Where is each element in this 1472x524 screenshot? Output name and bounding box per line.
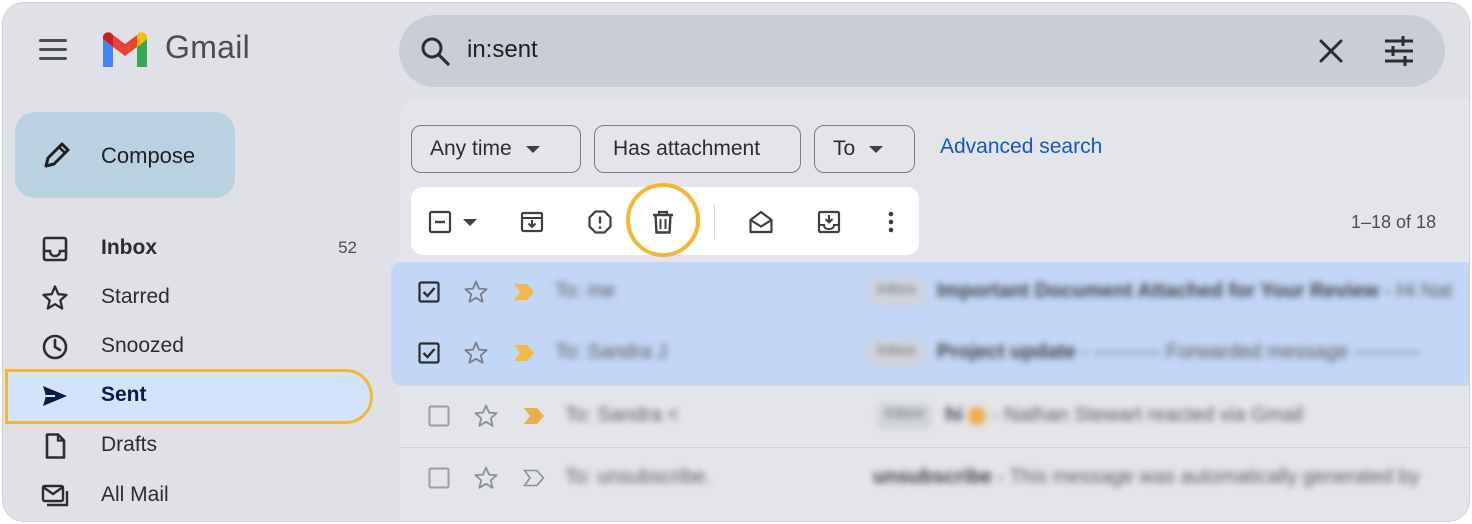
bulk-actions-toolbar bbox=[411, 183, 919, 257]
to-filter[interactable]: To bbox=[814, 125, 915, 173]
filter-label: To bbox=[833, 137, 856, 160]
checkbox-icon[interactable] bbox=[428, 405, 450, 427]
sidebar-item-label: Inbox bbox=[101, 236, 157, 259]
star-icon[interactable] bbox=[463, 340, 489, 366]
report-spam-icon[interactable] bbox=[587, 209, 613, 235]
more-vert-icon[interactable] bbox=[878, 209, 904, 235]
compose-label: Compose bbox=[101, 143, 196, 168]
mark-read-icon[interactable] bbox=[748, 209, 774, 235]
importance-marker-icon[interactable] bbox=[513, 344, 535, 362]
inbox-label-badge: Inbox bbox=[877, 403, 933, 429]
star-icon[interactable] bbox=[473, 403, 499, 429]
sidebar-item-label: Snoozed bbox=[101, 334, 184, 357]
filter-label: Has attachment bbox=[613, 137, 761, 160]
sidebar-item-label: Starred bbox=[101, 285, 170, 308]
sidebar-item-inbox[interactable]: Inbox 52 bbox=[9, 223, 369, 275]
delete-icon[interactable] bbox=[650, 209, 676, 235]
compose-button[interactable]: Compose bbox=[15, 112, 235, 198]
any-time-filter[interactable]: Any time bbox=[411, 125, 581, 173]
gmail-brand-text: Gmail bbox=[165, 29, 251, 65]
search-bar[interactable]: in:sent bbox=[399, 15, 1445, 87]
toolbar-divider bbox=[714, 205, 715, 239]
search-icon[interactable] bbox=[419, 35, 451, 67]
has-attachment-filter[interactable]: Has attachment bbox=[594, 125, 801, 173]
email-subject: Project update bbox=[937, 341, 1076, 363]
email-row[interactable]: To: Sandra J Inbox Project update - ----… bbox=[391, 323, 1469, 385]
clear-search-icon[interactable] bbox=[1315, 35, 1347, 67]
file-icon bbox=[45, 433, 66, 459]
emoji-reaction-icon bbox=[968, 406, 987, 425]
email-subject: unsubscribe bbox=[873, 466, 992, 488]
unread-count: 52 bbox=[338, 238, 357, 257]
importance-marker-icon[interactable] bbox=[513, 283, 535, 301]
filter-label: Any time bbox=[430, 137, 512, 160]
send-icon bbox=[43, 386, 67, 406]
email-row[interactable]: To: Sandra < Inbox hi - Nathan Stewart r… bbox=[399, 385, 1469, 447]
sidebar-item-label: Drafts bbox=[101, 433, 158, 456]
checked-checkbox-icon[interactable] bbox=[418, 281, 440, 303]
checked-checkbox-icon[interactable] bbox=[418, 342, 440, 364]
gmail-logo-icon[interactable] bbox=[99, 29, 151, 69]
pagination-label: 1–18 of 18 bbox=[1351, 212, 1437, 232]
email-snippet: - Nathan Stewart reacted via Gmail bbox=[991, 404, 1304, 426]
move-to-inbox-icon[interactable] bbox=[816, 209, 842, 235]
gmail-window: Gmail in:sent Compose Inbox 52 Starred S… bbox=[2, 2, 1470, 522]
all-mail-icon bbox=[41, 484, 69, 507]
checkbox-icon[interactable] bbox=[428, 467, 450, 489]
importance-marker-icon[interactable] bbox=[523, 407, 545, 425]
search-options-icon[interactable] bbox=[1381, 33, 1417, 69]
star-icon[interactable] bbox=[463, 279, 489, 305]
dropdown-arrow-icon bbox=[525, 145, 540, 153]
sidebar-item-starred[interactable]: Starred bbox=[9, 272, 369, 324]
star-icon[interactable] bbox=[473, 465, 499, 491]
archive-icon[interactable] bbox=[519, 209, 545, 235]
clock-icon bbox=[42, 334, 68, 360]
email-preview: hi - Nathan Stewart reacted via Gmail bbox=[945, 404, 1469, 427]
email-preview: unsubscribe - This message was automatic… bbox=[873, 466, 1469, 489]
inbox-icon bbox=[42, 236, 68, 262]
sidebar-item-label: All Mail bbox=[101, 483, 169, 506]
email-preview: Important Document Attached for Your Rev… bbox=[937, 280, 1469, 303]
email-recipient: To: Sandra J bbox=[555, 341, 668, 363]
advanced-search-link[interactable]: Advanced search bbox=[940, 135, 1102, 159]
sidebar-item-snoozed[interactable]: Snoozed bbox=[9, 321, 369, 373]
main-menu-icon[interactable] bbox=[33, 33, 73, 65]
email-row[interactable]: To: me Inbox Important Document Attached… bbox=[391, 262, 1469, 324]
email-recipient: To: unsubscribe. bbox=[565, 466, 711, 488]
email-preview: Project update - ---------- Forwarded me… bbox=[937, 341, 1469, 364]
sidebar-item-drafts[interactable]: Drafts bbox=[9, 420, 369, 472]
email-recipient: To: me bbox=[555, 280, 616, 302]
inbox-label-badge: Inbox bbox=[869, 279, 925, 305]
dropdown-arrow-icon bbox=[869, 145, 884, 153]
email-snippet: - ---------- Forwarded message ---------… bbox=[1081, 341, 1421, 363]
star-icon bbox=[42, 285, 68, 310]
email-recipient: To: Sandra < bbox=[565, 404, 679, 426]
search-input[interactable]: in:sent bbox=[467, 36, 538, 64]
sidebar-item-all-mail[interactable]: All Mail bbox=[9, 470, 369, 521]
sidebar-item-label: Sent bbox=[101, 383, 147, 406]
importance-marker-outline-icon[interactable] bbox=[523, 469, 545, 487]
email-subject: hi bbox=[945, 404, 963, 426]
select-dropdown-icon[interactable] bbox=[463, 219, 477, 226]
email-snippet: - This message was automatically generat… bbox=[997, 466, 1420, 488]
sidebar-item-sent[interactable]: Sent bbox=[5, 369, 373, 424]
email-subject: Important Document Attached for Your Rev… bbox=[937, 280, 1379, 302]
pencil-icon bbox=[44, 142, 70, 168]
email-snippet: - Hi Nat bbox=[1384, 280, 1453, 302]
email-row[interactable]: To: unsubscribe. unsubscribe - This mess… bbox=[399, 447, 1469, 509]
inbox-label-badge: Inbox bbox=[869, 340, 925, 366]
select-checkbox-icon[interactable] bbox=[427, 209, 453, 235]
